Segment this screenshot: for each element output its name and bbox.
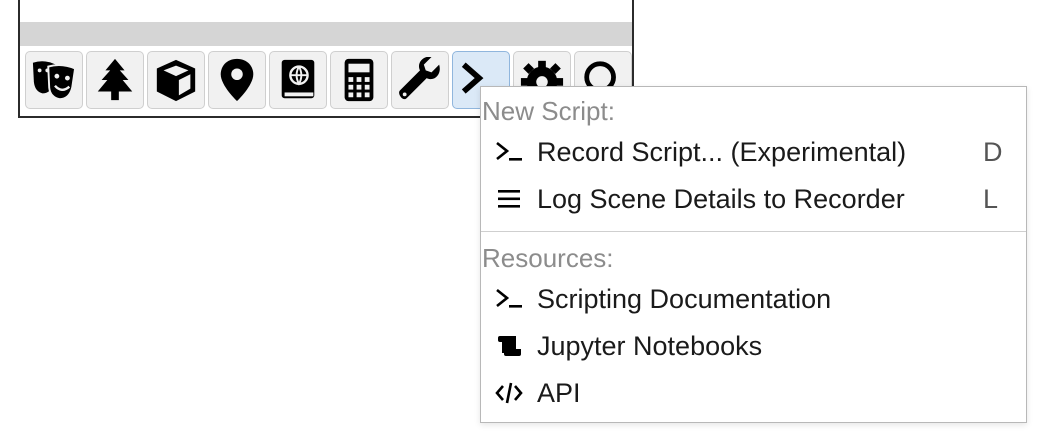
log-scene-details-label: Log Scene Details to Recorder xyxy=(537,184,905,214)
scripting-documentation-menu-item[interactable]: Scripting Documentation xyxy=(481,277,1026,321)
record-script-shortcut: D xyxy=(983,137,1003,167)
calculator-icon xyxy=(344,58,374,102)
new-script-section-label: New Script: xyxy=(482,96,615,126)
menu-divider xyxy=(481,231,1026,232)
terminal-icon xyxy=(495,140,523,164)
toolbar-tree-button[interactable] xyxy=(86,51,144,109)
toolbar-cube-button[interactable] xyxy=(147,51,205,109)
api-menu-item[interactable]: API xyxy=(481,371,1026,415)
map-marker-icon xyxy=(220,58,254,102)
cube-icon xyxy=(156,59,196,102)
record-script-menu-item[interactable]: Record Script... (Experimental) D xyxy=(481,130,1026,174)
status-strip xyxy=(20,22,632,46)
log-scene-details-menu-item[interactable]: Log Scene Details to Recorder L xyxy=(481,177,1026,221)
toolbar-calculator-button[interactable] xyxy=(330,51,388,109)
content-area xyxy=(20,0,632,23)
terminal-icon xyxy=(495,287,523,311)
wrench-icon xyxy=(399,57,440,100)
jupyter-notebooks-label: Jupyter Notebooks xyxy=(537,331,763,361)
api-label: API xyxy=(537,378,581,408)
scripting-dropdown-menu: New Script: Record Script... (Experiment… xyxy=(480,86,1027,423)
log-scene-details-shortcut: L xyxy=(983,184,999,214)
resources-section-label: Resources: xyxy=(482,243,614,273)
theater-masks-icon xyxy=(32,61,77,101)
bars-icon xyxy=(495,187,523,211)
scripting-documentation-label: Scripting Documentation xyxy=(537,284,832,314)
scroll-icon xyxy=(495,334,523,358)
toolbar-atlas-button[interactable] xyxy=(269,51,327,109)
record-script-label: Record Script... (Experimental) xyxy=(537,137,907,167)
toolbar-theater-button[interactable] xyxy=(25,51,83,109)
toolbar-wrench-button[interactable] xyxy=(391,51,449,109)
code-icon xyxy=(495,381,523,405)
tree-icon xyxy=(97,58,133,101)
jupyter-notebooks-menu-item[interactable]: Jupyter Notebooks xyxy=(481,324,1026,368)
atlas-book-icon xyxy=(281,59,315,99)
toolbar-location-button[interactable] xyxy=(208,51,266,109)
